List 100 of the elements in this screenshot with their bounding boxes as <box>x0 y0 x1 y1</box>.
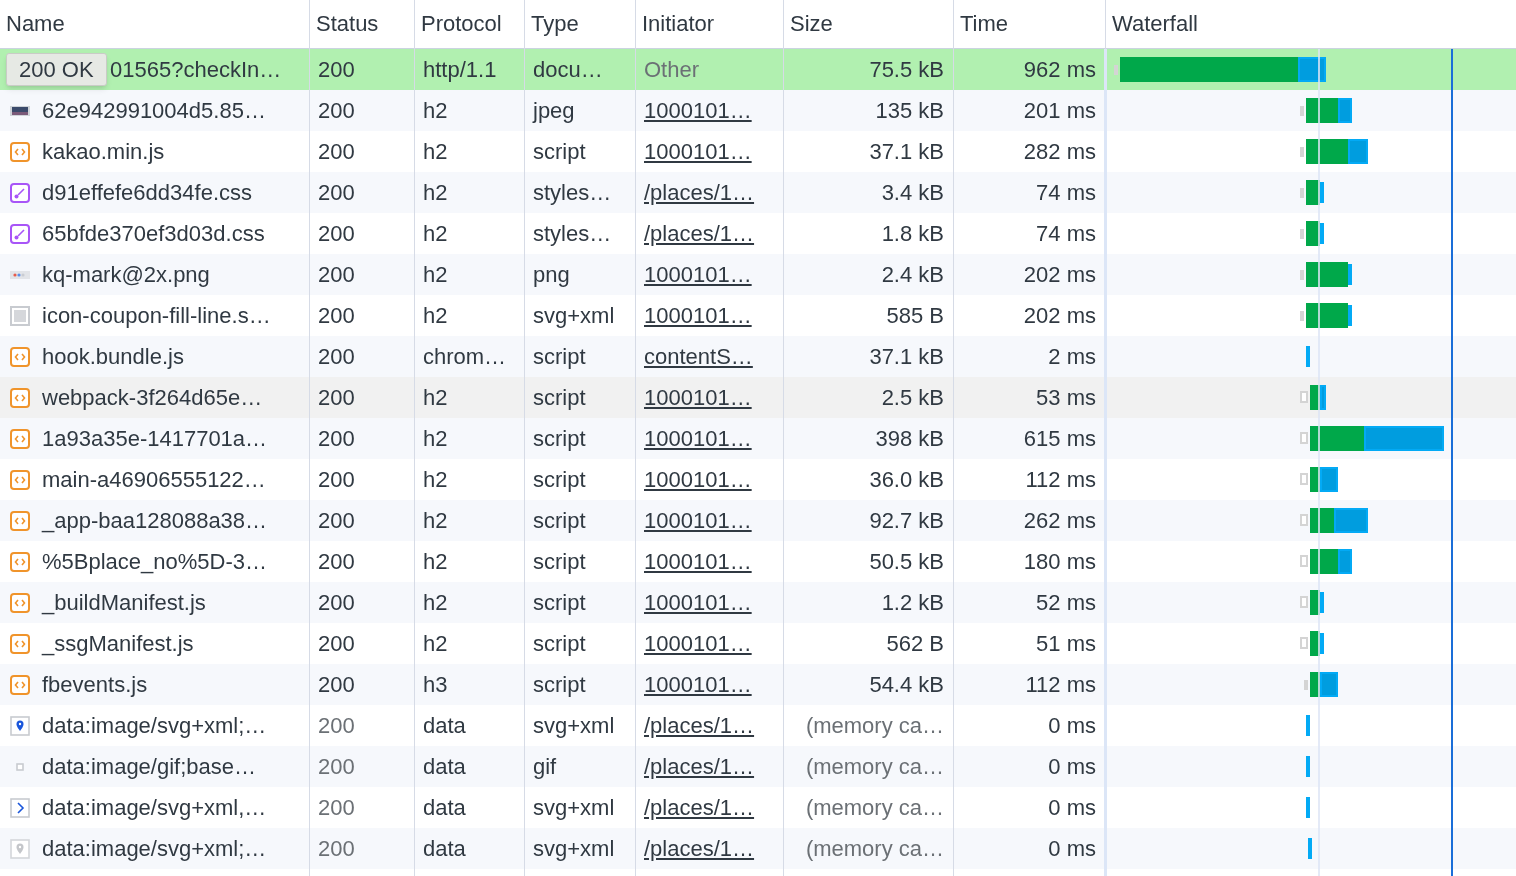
status-cell: 200 <box>318 548 355 575</box>
initiator-link[interactable]: 1000101… <box>644 302 752 329</box>
initiator-link[interactable]: 1000101… <box>644 261 752 288</box>
queue-bar <box>1300 432 1308 444</box>
queue-bar <box>1300 147 1304 157</box>
protocol-cell: data <box>423 794 466 821</box>
time-cell: 0 ms <box>1048 794 1096 821</box>
time-cell: 74 ms <box>1036 179 1096 206</box>
column-header[interactable]: Time <box>960 11 1009 37</box>
script-file-icon <box>10 387 30 408</box>
initiator-link[interactable]: 1000101… <box>644 548 752 575</box>
download-bar <box>1306 346 1310 367</box>
size-cell: (memory ca… <box>805 794 944 821</box>
status-cell: 200 <box>318 138 355 165</box>
type-cell: gif <box>533 753 557 780</box>
name-cell: _app-baa128088a38… <box>42 507 268 534</box>
download-bar <box>1320 633 1324 654</box>
initiator-link[interactable]: 1000101… <box>644 671 752 698</box>
initiator-link[interactable]: 1000101… <box>644 466 752 493</box>
chevron-icon <box>10 797 30 818</box>
name-cell: data:image/gif;base… <box>42 753 257 780</box>
protocol-cell: data <box>423 753 466 780</box>
initiator-link[interactable]: /places/1… <box>644 835 755 862</box>
download-bar <box>1308 838 1312 859</box>
download-bar <box>1338 98 1352 123</box>
queue-bar <box>1300 596 1308 608</box>
type-cell: jpeg <box>533 97 575 124</box>
size-cell: 135 kB <box>875 97 944 124</box>
status-cell: 200 <box>318 507 355 534</box>
status-cell: 200 <box>318 384 355 411</box>
size-cell: 1.8 kB <box>881 220 944 247</box>
queue-bar <box>1300 188 1304 198</box>
time-cell: 201 ms <box>1023 97 1096 124</box>
type-cell: svg+xml <box>533 794 615 821</box>
time-cell: 51 ms <box>1036 630 1096 657</box>
script-file-icon <box>10 633 30 654</box>
size-cell: 562 B <box>886 630 944 657</box>
type-cell: svg+xml <box>533 712 615 739</box>
download-bar <box>1306 756 1310 777</box>
type-cell: script <box>533 343 586 370</box>
size-cell: 1.2 kB <box>881 589 944 616</box>
initiator-link[interactable]: /places/1… <box>644 753 755 780</box>
type-cell: script <box>533 384 586 411</box>
script-file-icon <box>10 510 30 531</box>
script-file-icon <box>10 592 30 613</box>
column-header[interactable]: Initiator <box>642 11 715 37</box>
column-header[interactable]: Name <box>6 11 65 37</box>
column-header[interactable]: Type <box>531 11 579 37</box>
initiator-link[interactable]: 1000101… <box>644 138 752 165</box>
name-cell: fbevents.js <box>42 671 148 698</box>
brush-file-icon <box>10 182 30 203</box>
initiator-link[interactable]: 1000101… <box>644 384 752 411</box>
initiator-link[interactable]: 1000101… <box>644 97 752 124</box>
column-header[interactable]: Size <box>790 11 833 37</box>
queue-bar <box>1300 514 1308 526</box>
size-cell: 37.1 kB <box>869 138 944 165</box>
download-bar <box>1306 797 1310 818</box>
status-cell: 200 <box>318 835 355 862</box>
queue-bar <box>1300 473 1308 485</box>
name-cell: data:image/svg+xml;… <box>42 712 267 739</box>
initiator-link[interactable]: 1000101… <box>644 425 752 452</box>
time-cell: 262 ms <box>1023 507 1096 534</box>
script-file-icon <box>10 469 30 490</box>
initiator-link[interactable]: contentS… <box>644 343 753 370</box>
brush-file-icon <box>10 223 30 244</box>
protocol-cell: h2 <box>423 466 448 493</box>
name-cell: 1a93a35e-1417701a… <box>42 425 268 452</box>
type-cell: svg+xml <box>533 835 615 862</box>
name-cell: data:image/svg+xml,… <box>42 794 267 821</box>
queue-bar <box>1300 637 1308 649</box>
time-cell: 202 ms <box>1023 261 1096 288</box>
initiator-link[interactable]: 1000101… <box>644 630 752 657</box>
column-header[interactable]: Waterfall <box>1112 11 1198 37</box>
queue-bar <box>1304 680 1308 690</box>
script-file-icon <box>10 346 30 367</box>
status-cell: 200 <box>318 56 355 83</box>
size-cell: (memory ca… <box>805 712 944 739</box>
initiator-link[interactable]: /places/1… <box>644 794 755 821</box>
size-cell: 3.4 kB <box>881 179 944 206</box>
initiator-link[interactable]: /places/1… <box>644 712 755 739</box>
initiator-link[interactable]: 1000101… <box>644 589 752 616</box>
script-file-icon <box>10 428 30 449</box>
initiator-link[interactable]: /places/1… <box>644 179 755 206</box>
time-cell: 74 ms <box>1036 220 1096 247</box>
column-header[interactable]: Status <box>316 11 379 37</box>
column-header[interactable]: Protocol <box>421 11 502 37</box>
time-cell: 2 ms <box>1048 343 1096 370</box>
download-bar <box>1306 715 1310 736</box>
status-cell: 200 <box>318 671 355 698</box>
name-cell: 65bfde370ef3d03d.css <box>42 220 265 247</box>
size-cell: 585 B <box>886 302 944 329</box>
initiator-link[interactable]: /places/1… <box>644 220 755 247</box>
protocol-cell: h2 <box>423 384 448 411</box>
status-cell: 200 <box>318 425 355 452</box>
protocol-cell: h2 <box>423 220 448 247</box>
initiator-link[interactable]: 1000101… <box>644 507 752 534</box>
protocol-cell: h2 <box>423 507 448 534</box>
status-cell: 200 <box>318 794 355 821</box>
protocol-cell: h2 <box>423 97 448 124</box>
download-bar <box>1298 57 1326 82</box>
